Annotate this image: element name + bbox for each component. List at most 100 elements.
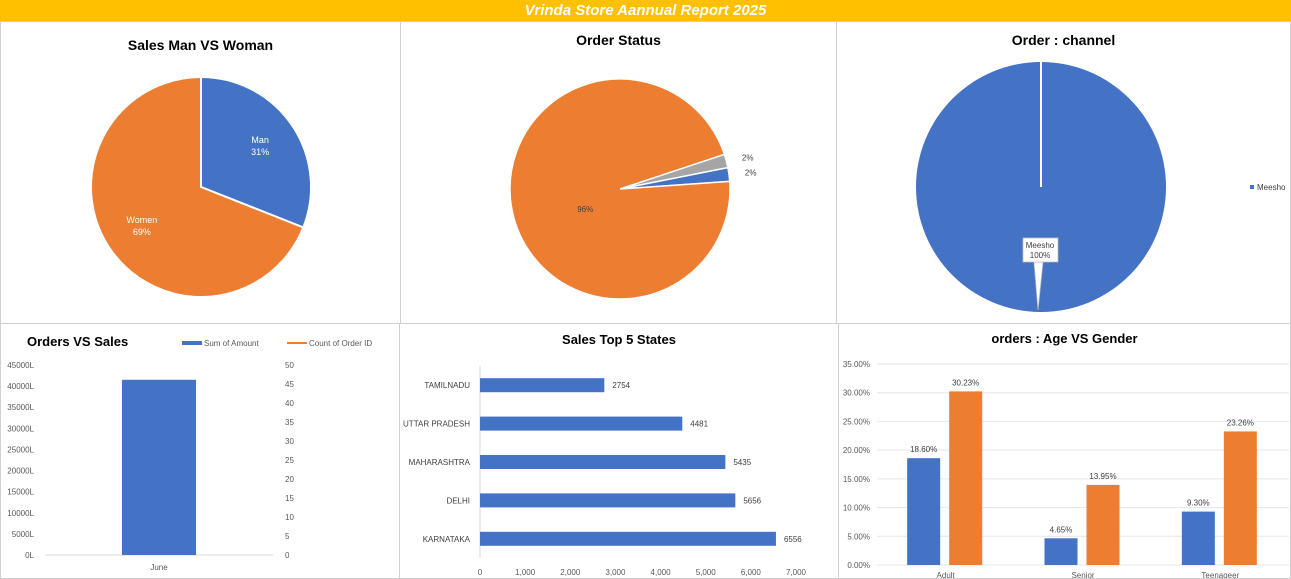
states-category-label: TAMILNADU	[424, 381, 470, 390]
channel-callout-label: Meesho	[1026, 241, 1055, 250]
states-bar-label: 6556	[784, 535, 802, 544]
orders-sales-chart: Orders VS Sales Sum of Amount Count of Ord…	[7, 334, 372, 572]
orders-ytick-label: 10000L	[7, 509, 34, 518]
age-ytick-label: 5.00%	[847, 532, 870, 541]
orders-y2tick-label: 45	[285, 380, 294, 389]
orders-y2tick-label: 20	[285, 475, 294, 484]
status-slice-2	[509, 78, 731, 300]
channel-callout-percent: 100%	[1030, 251, 1050, 260]
gender-sales-panel: Sales Man VS Woman Man 31% Women 69%	[0, 21, 401, 324]
age-bar	[1223, 431, 1257, 565]
orders-y2tick-label: 10	[285, 513, 294, 522]
orders-bar-june	[122, 379, 196, 555]
age-bar	[1181, 511, 1215, 565]
states-xtick-label: 5,000	[696, 568, 717, 577]
age-xtick-label: Senior	[1071, 571, 1094, 579]
states-bar	[480, 416, 683, 431]
gender-slice-label: Women	[126, 215, 157, 225]
orders-ytick-label: 40000L	[7, 382, 34, 391]
age-ytick-label: 15.00%	[843, 475, 870, 484]
states-bar-label: 5656	[743, 496, 761, 505]
states-xtick-label: 4,000	[651, 568, 672, 577]
states-bar	[480, 531, 776, 546]
top-states-panel: Sales Top 5 States 0 1,000 2,000 3,000 4,000…	[399, 323, 839, 579]
gender-slice-label: Man	[251, 135, 269, 145]
states-xtick-label: 7,000	[786, 568, 807, 577]
status-slice-label: 96%	[577, 205, 593, 214]
channel-pie-chart: Meesho100%Meesho	[916, 62, 1286, 312]
orders-y2tick-label: 30	[285, 437, 294, 446]
orders-ytick-label: 15000L	[7, 488, 34, 497]
report-banner: Vrinda Store Aannual Report 2025	[0, 0, 1291, 21]
orders-ytick-label: 30000L	[7, 424, 34, 433]
orders-y2tick-label: 15	[285, 494, 294, 503]
age-ytick-label: 35.00%	[843, 360, 870, 369]
age-ytick-label: 30.00%	[843, 389, 870, 398]
age-bar	[1044, 538, 1078, 565]
states-bar-label: 2754	[612, 381, 630, 390]
states-xtick-label: 6,000	[741, 568, 762, 577]
age-bar-label: 13.95%	[1089, 472, 1116, 481]
status-slice-label: 2%	[742, 153, 754, 162]
orders-ytick-label: 0L	[25, 551, 34, 560]
status-pie-chart: 2% 2% 96%	[509, 78, 757, 300]
states-category-label: MAHARASHTRA	[409, 458, 471, 467]
age-bar	[907, 458, 941, 565]
orders-y2tick-label: 35	[285, 418, 294, 427]
channel-legend-label: Meesho	[1257, 183, 1286, 192]
states-xtick-label: 3,000	[605, 568, 626, 577]
age-ytick-label: 25.00%	[843, 417, 870, 426]
orders-ytick-label: 5000L	[12, 530, 35, 539]
orders-ytick-label: 20000L	[7, 467, 34, 476]
age-bar	[1086, 484, 1120, 565]
states-bar	[480, 493, 736, 508]
order-status-panel: Order Status 2% 2% 96%	[400, 21, 837, 324]
orders-y2tick-label: 0	[285, 551, 290, 560]
gender-slice-percent: 31%	[251, 147, 269, 157]
orders-ytick-label: 35000L	[7, 403, 34, 412]
orders-y2tick-label: 25	[285, 456, 294, 465]
states-xtick-label: 0	[478, 568, 483, 577]
age-ytick-label: 0.00%	[847, 561, 870, 570]
channel-legend-swatch	[1250, 185, 1254, 189]
orders-legend-label-amount: Sum of Amount	[204, 339, 259, 348]
age-ytick-label: 10.00%	[843, 504, 870, 513]
age-gender-chart: 0.00% 5.00% 10.00% 15.00% 20.00% 25.00% 30.00%…	[843, 360, 1289, 579]
states-bar	[480, 378, 605, 393]
age-ytick-label: 20.00%	[843, 446, 870, 455]
orders-legend-label-count: Count of Order ID	[309, 339, 372, 348]
states-bar-label: 4481	[690, 420, 708, 429]
age-gender-panel: orders : Age VS Gender 0.00% 5.00% 10.00% 1…	[838, 323, 1291, 579]
gender-pie-chart: Man 31% Women 69%	[90, 75, 312, 298]
age-bar	[949, 391, 983, 565]
states-category-label: KARNATAKA	[423, 535, 471, 544]
states-xtick-label: 2,000	[560, 568, 581, 577]
orders-y2tick-label: 40	[285, 399, 294, 408]
orders-y2tick-label: 50	[285, 361, 294, 370]
age-bar-label: 4.65%	[1050, 525, 1073, 534]
orders-legend-swatch-amount	[182, 341, 202, 345]
states-bar-label: 5435	[733, 458, 751, 467]
orders-sales-panel: Orders VS Sales Sum of Amount Count of Ord…	[0, 323, 400, 579]
age-xtick-label: Adult	[937, 571, 956, 579]
states-category-label: UTTAR PRADESH	[403, 420, 470, 429]
states-xtick-label: 1,000	[515, 568, 536, 577]
age-xtick-label: Teenageer	[1201, 571, 1239, 579]
age-bar-label: 9.30%	[1187, 499, 1210, 508]
orders-y2tick-label: 5	[285, 532, 290, 541]
states-category-label: DELHI	[446, 496, 470, 505]
status-slice-label: 2%	[745, 169, 757, 178]
orders-ytick-label: 25000L	[7, 445, 34, 454]
age-bar-label: 18.60%	[910, 445, 937, 454]
states-bar	[480, 455, 726, 469]
gender-slice-percent: 69%	[133, 227, 151, 237]
report-title: Vrinda Store Aannual Report 2025	[524, 2, 767, 19]
order-channel-panel: Order : channel Meesho 100% Meesho	[836, 21, 1291, 324]
age-bar-label: 30.23%	[952, 378, 979, 387]
orders-ytick-label: 45000L	[7, 361, 34, 370]
orders-xtick-label: June	[150, 563, 168, 572]
orders-legend-swatch-count	[287, 342, 307, 344]
age-bar-label: 23.26%	[1227, 418, 1254, 427]
top-states-chart: 0 1,000 2,000 3,000 4,000 5,000 6,000 7,000 TAMI…	[403, 366, 807, 577]
orders-chart-title: Orders VS Sales	[27, 334, 128, 349]
